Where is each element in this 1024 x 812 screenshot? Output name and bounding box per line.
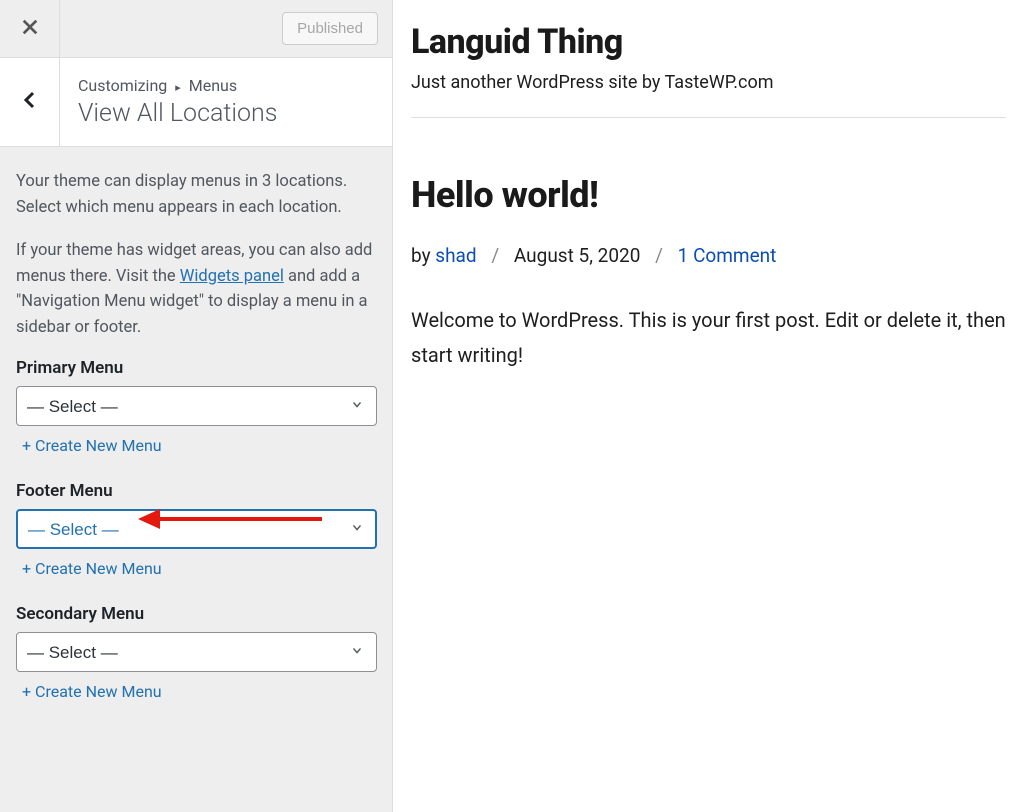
customizer-sidebar: Published Customizing ▸ Menus View All L…: [0, 0, 393, 812]
site-preview: Languid Thing Just another WordPress sit…: [393, 0, 1024, 812]
menu-location-label: Footer Menu: [16, 481, 376, 501]
meta-separator: /: [655, 244, 663, 267]
publish-button[interactable]: Published: [282, 12, 378, 45]
create-new-menu-link[interactable]: + Create New Menu: [22, 436, 162, 455]
site-title[interactable]: Languid Thing: [411, 22, 1006, 62]
sidebar-header: Published: [0, 0, 392, 58]
menu-select[interactable]: — Select —: [16, 509, 377, 549]
site-tagline: Just another WordPress site by TasteWP.c…: [411, 72, 1006, 93]
breadcrumb-parent: Customizing: [78, 76, 167, 95]
menu-location-label: Secondary Menu: [16, 604, 376, 624]
menu-location-section: Secondary Menu — Select — + Create New Men…: [16, 604, 376, 701]
breadcrumb: Customizing ▸ Menus View All Locations: [60, 64, 295, 140]
post-date: August 5, 2020: [514, 244, 641, 267]
post-meta: by shad / August 5, 2020 / 1 Comment: [411, 244, 1006, 267]
meta-separator: /: [491, 244, 499, 267]
create-new-menu-link[interactable]: + Create New Menu: [22, 682, 162, 701]
widgets-panel-link[interactable]: Widgets panel: [180, 267, 284, 286]
breadcrumb-current: Menus: [189, 76, 237, 95]
panel-title: View All Locations: [78, 99, 277, 128]
panel-body: Your theme can display menus in 3 locati…: [0, 147, 392, 749]
back-button[interactable]: [0, 58, 60, 146]
preview-header: Languid Thing Just another WordPress sit…: [411, 22, 1006, 118]
panel-description-2: If your theme has widget areas, you can …: [16, 238, 376, 340]
panel-description-1: Your theme can display menus in 3 locati…: [16, 169, 376, 220]
close-button[interactable]: [0, 0, 60, 58]
menu-location-section: Primary Menu — Select — + Create New Menu: [16, 358, 376, 455]
chevron-left-icon: [20, 90, 40, 114]
create-new-menu-link[interactable]: + Create New Menu: [22, 559, 162, 578]
post-title[interactable]: Hello world!: [411, 174, 1006, 216]
breadcrumb-separator-icon: ▸: [175, 81, 181, 94]
menu-select[interactable]: — Select —: [16, 386, 377, 426]
breadcrumb-row: Customizing ▸ Menus View All Locations: [0, 58, 392, 147]
menu-select[interactable]: — Select —: [16, 632, 377, 672]
post-comments-link[interactable]: 1 Comment: [678, 244, 777, 267]
post-content: Welcome to WordPress. This is your first…: [411, 303, 1006, 373]
post-author-link[interactable]: shad: [435, 244, 476, 267]
menu-location-section: Footer Menu — Select — + Create New Menu: [16, 481, 376, 578]
menu-location-label: Primary Menu: [16, 358, 376, 378]
close-icon: [21, 18, 39, 40]
